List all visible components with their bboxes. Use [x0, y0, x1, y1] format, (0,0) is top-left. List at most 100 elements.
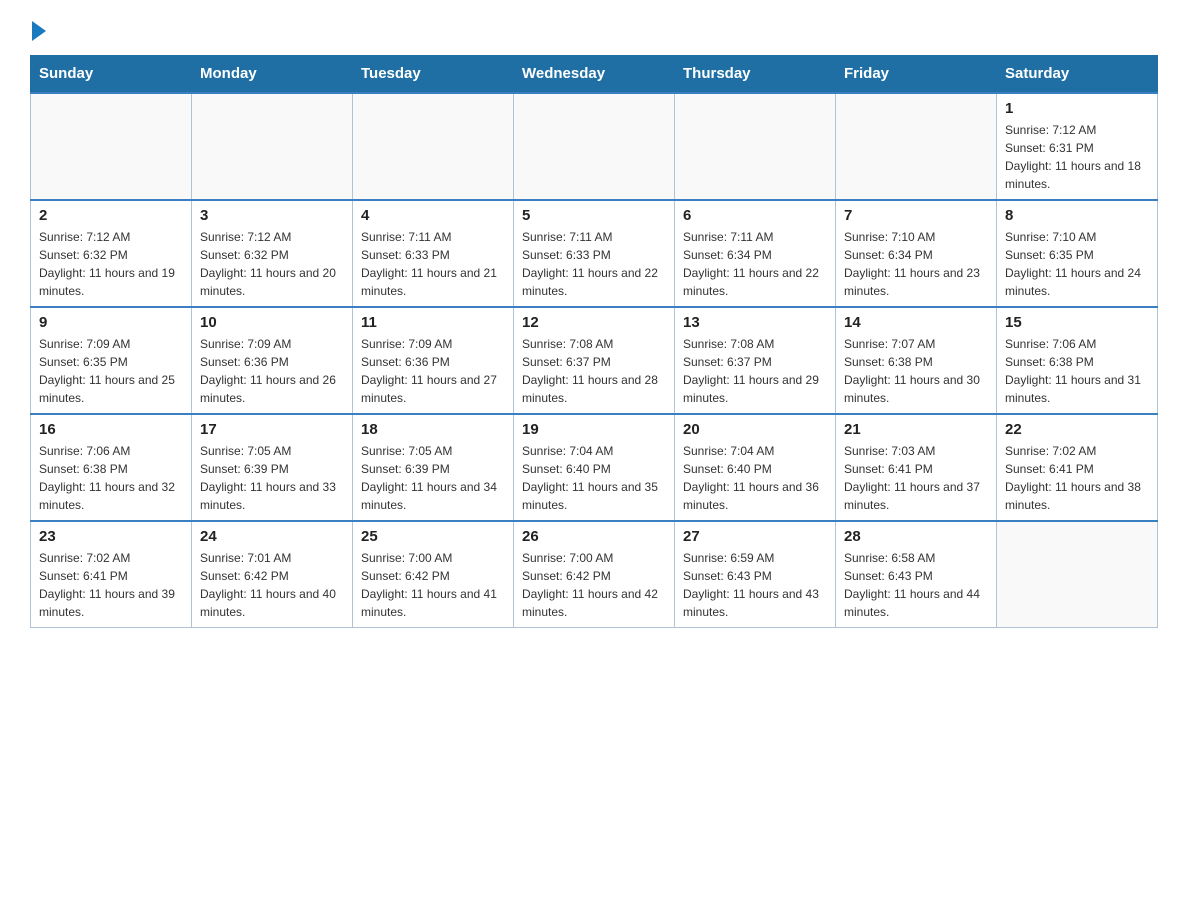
calendar-cell — [353, 93, 514, 200]
weekday-header-saturday: Saturday — [997, 55, 1158, 93]
day-info: Sunrise: 7:10 AMSunset: 6:34 PMDaylight:… — [844, 228, 988, 300]
calendar-cell — [514, 93, 675, 200]
calendar-cell: 15 Sunrise: 7:06 AMSunset: 6:38 PMDayligh… — [997, 307, 1158, 414]
day-number: 21 — [844, 421, 988, 438]
calendar-cell: 8 Sunrise: 7:10 AMSunset: 6:35 PMDaylight… — [997, 200, 1158, 307]
calendar-cell: 18 Sunrise: 7:05 AMSunset: 6:39 PMDayligh… — [353, 414, 514, 521]
calendar-cell: 20 Sunrise: 7:04 AMSunset: 6:40 PMDayligh… — [675, 414, 836, 521]
calendar-cell — [675, 93, 836, 200]
weekday-header-row: SundayMondayTuesdayWednesdayThursdayFrid… — [31, 55, 1158, 93]
calendar-cell — [192, 93, 353, 200]
day-info: Sunrise: 7:03 AMSunset: 6:41 PMDaylight:… — [844, 442, 988, 514]
calendar-cell: 2 Sunrise: 7:12 AMSunset: 6:32 PMDaylight… — [31, 200, 192, 307]
day-info: Sunrise: 7:06 AMSunset: 6:38 PMDaylight:… — [39, 442, 183, 514]
calendar-cell: 11 Sunrise: 7:09 AMSunset: 6:36 PMDayligh… — [353, 307, 514, 414]
calendar-cell: 4 Sunrise: 7:11 AMSunset: 6:33 PMDaylight… — [353, 200, 514, 307]
day-number: 15 — [1005, 314, 1149, 331]
day-info: Sunrise: 7:11 AMSunset: 6:33 PMDaylight:… — [361, 228, 505, 300]
calendar-week-row: 1 Sunrise: 7:12 AMSunset: 6:31 PMDaylight… — [31, 93, 1158, 200]
day-info: Sunrise: 7:12 AMSunset: 6:32 PMDaylight:… — [39, 228, 183, 300]
day-info: Sunrise: 7:05 AMSunset: 6:39 PMDaylight:… — [200, 442, 344, 514]
day-info: Sunrise: 7:04 AMSunset: 6:40 PMDaylight:… — [522, 442, 666, 514]
calendar-cell: 28 Sunrise: 6:58 AMSunset: 6:43 PMDayligh… — [836, 521, 997, 628]
calendar-cell: 3 Sunrise: 7:12 AMSunset: 6:32 PMDaylight… — [192, 200, 353, 307]
day-number: 16 — [39, 421, 183, 438]
calendar-cell: 9 Sunrise: 7:09 AMSunset: 6:35 PMDaylight… — [31, 307, 192, 414]
day-number: 5 — [522, 207, 666, 224]
calendar-cell: 6 Sunrise: 7:11 AMSunset: 6:34 PMDaylight… — [675, 200, 836, 307]
calendar-cell: 10 Sunrise: 7:09 AMSunset: 6:36 PMDayligh… — [192, 307, 353, 414]
day-number: 7 — [844, 207, 988, 224]
day-number: 20 — [683, 421, 827, 438]
calendar-cell: 7 Sunrise: 7:10 AMSunset: 6:34 PMDaylight… — [836, 200, 997, 307]
day-number: 27 — [683, 528, 827, 545]
calendar-cell: 24 Sunrise: 7:01 AMSunset: 6:42 PMDayligh… — [192, 521, 353, 628]
calendar-body: 1 Sunrise: 7:12 AMSunset: 6:31 PMDaylight… — [31, 93, 1158, 628]
calendar-cell: 16 Sunrise: 7:06 AMSunset: 6:38 PMDayligh… — [31, 414, 192, 521]
logo — [30, 20, 46, 45]
calendar-cell: 26Sunrise: 7:00 AMSunset: 6:42 PMDayligh… — [514, 521, 675, 628]
calendar-cell: 21 Sunrise: 7:03 AMSunset: 6:41 PMDayligh… — [836, 414, 997, 521]
day-info: Sunrise: 7:10 AMSunset: 6:35 PMDaylight:… — [1005, 228, 1149, 300]
logo-arrow-icon — [32, 21, 46, 41]
day-number: 24 — [200, 528, 344, 545]
day-number: 4 — [361, 207, 505, 224]
calendar-week-row: 9 Sunrise: 7:09 AMSunset: 6:35 PMDaylight… — [31, 307, 1158, 414]
weekday-header-wednesday: Wednesday — [514, 55, 675, 93]
calendar-cell — [31, 93, 192, 200]
day-info: Sunrise: 6:59 AMSunset: 6:43 PMDaylight:… — [683, 549, 827, 621]
day-number: 28 — [844, 528, 988, 545]
day-number: 18 — [361, 421, 505, 438]
day-info: Sunrise: 7:09 AMSunset: 6:35 PMDaylight:… — [39, 335, 183, 407]
day-number: 2 — [39, 207, 183, 224]
day-number: 13 — [683, 314, 827, 331]
day-info: Sunrise: 7:09 AMSunset: 6:36 PMDaylight:… — [200, 335, 344, 407]
calendar-week-row: 16 Sunrise: 7:06 AMSunset: 6:38 PMDayligh… — [31, 414, 1158, 521]
weekday-header-thursday: Thursday — [675, 55, 836, 93]
day-number: 6 — [683, 207, 827, 224]
day-number: 12 — [522, 314, 666, 331]
day-info: Sunrise: 7:06 AMSunset: 6:38 PMDaylight:… — [1005, 335, 1149, 407]
calendar-cell: 25Sunrise: 7:00 AMSunset: 6:42 PMDayligh… — [353, 521, 514, 628]
day-number: 23 — [39, 528, 183, 545]
day-info: Sunrise: 7:01 AMSunset: 6:42 PMDaylight:… — [200, 549, 344, 621]
day-number: 9 — [39, 314, 183, 331]
day-info: Sunrise: 7:00 AMSunset: 6:42 PMDaylight:… — [361, 549, 505, 621]
day-number: 3 — [200, 207, 344, 224]
day-info: Sunrise: 7:05 AMSunset: 6:39 PMDaylight:… — [361, 442, 505, 514]
calendar-cell: 19Sunrise: 7:04 AMSunset: 6:40 PMDayligh… — [514, 414, 675, 521]
day-info: Sunrise: 7:04 AMSunset: 6:40 PMDaylight:… — [683, 442, 827, 514]
day-info: Sunrise: 6:58 AMSunset: 6:43 PMDaylight:… — [844, 549, 988, 621]
day-info: Sunrise: 7:08 AMSunset: 6:37 PMDaylight:… — [683, 335, 827, 407]
calendar-cell: 5Sunrise: 7:11 AMSunset: 6:33 PMDaylight… — [514, 200, 675, 307]
day-number: 11 — [361, 314, 505, 331]
day-info: Sunrise: 7:11 AMSunset: 6:34 PMDaylight:… — [683, 228, 827, 300]
calendar-table: SundayMondayTuesdayWednesdayThursdayFrid… — [30, 55, 1158, 628]
calendar-cell: 23 Sunrise: 7:02 AMSunset: 6:41 PMDayligh… — [31, 521, 192, 628]
day-info: Sunrise: 7:12 AMSunset: 6:31 PMDaylight:… — [1005, 121, 1149, 193]
day-info: Sunrise: 7:02 AMSunset: 6:41 PMDaylight:… — [39, 549, 183, 621]
calendar-cell: 13 Sunrise: 7:08 AMSunset: 6:37 PMDayligh… — [675, 307, 836, 414]
page-header — [30, 20, 1158, 45]
day-info: Sunrise: 7:02 AMSunset: 6:41 PMDaylight:… — [1005, 442, 1149, 514]
day-info: Sunrise: 7:00 AMSunset: 6:42 PMDaylight:… — [522, 549, 666, 621]
day-number: 1 — [1005, 100, 1149, 117]
day-info: Sunrise: 7:08 AMSunset: 6:37 PMDaylight:… — [522, 335, 666, 407]
calendar-cell: 14 Sunrise: 7:07 AMSunset: 6:38 PMDayligh… — [836, 307, 997, 414]
day-info: Sunrise: 7:07 AMSunset: 6:38 PMDaylight:… — [844, 335, 988, 407]
weekday-header-sunday: Sunday — [31, 55, 192, 93]
day-number: 8 — [1005, 207, 1149, 224]
day-info: Sunrise: 7:09 AMSunset: 6:36 PMDaylight:… — [361, 335, 505, 407]
day-number: 14 — [844, 314, 988, 331]
calendar-cell: 27 Sunrise: 6:59 AMSunset: 6:43 PMDayligh… — [675, 521, 836, 628]
day-number: 10 — [200, 314, 344, 331]
calendar-cell — [997, 521, 1158, 628]
calendar-cell: 12 Sunrise: 7:08 AMSunset: 6:37 PMDayligh… — [514, 307, 675, 414]
calendar-cell: 1 Sunrise: 7:12 AMSunset: 6:31 PMDaylight… — [997, 93, 1158, 200]
weekday-header-friday: Friday — [836, 55, 997, 93]
calendar-cell: 22 Sunrise: 7:02 AMSunset: 6:41 PMDayligh… — [997, 414, 1158, 521]
calendar-cell: 17Sunrise: 7:05 AMSunset: 6:39 PMDayligh… — [192, 414, 353, 521]
day-number: 22 — [1005, 421, 1149, 438]
calendar-week-row: 2 Sunrise: 7:12 AMSunset: 6:32 PMDaylight… — [31, 200, 1158, 307]
day-info: Sunrise: 7:12 AMSunset: 6:32 PMDaylight:… — [200, 228, 344, 300]
